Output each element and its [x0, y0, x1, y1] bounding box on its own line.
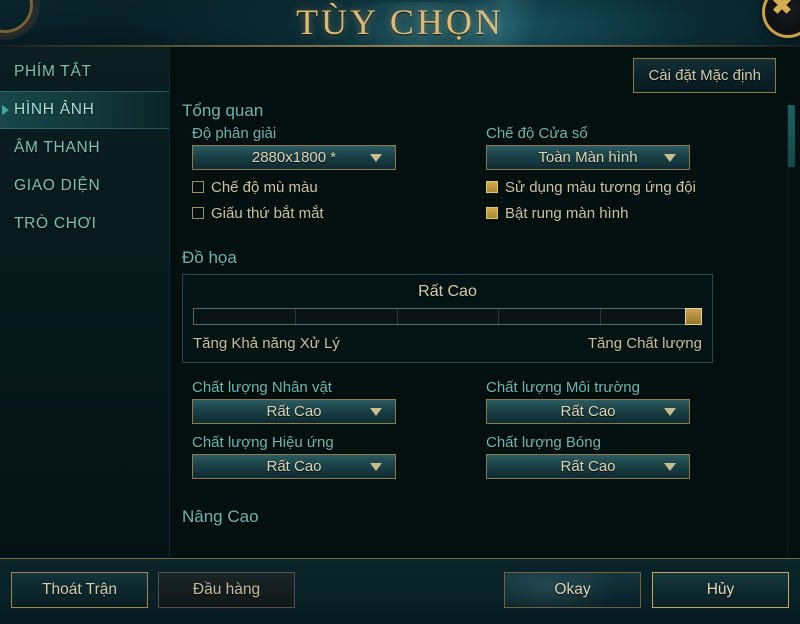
shadow-quality-label: Chất lượng Bóng	[486, 434, 601, 451]
environment-quality-label: Chất lượng Môi trường	[486, 379, 640, 396]
shadow-quality-value: Rất Cao	[560, 458, 616, 475]
overview-row: Độ phân giải 2880x1800 * Chế độ mù màu G…	[170, 123, 800, 226]
chevron-down-icon	[370, 153, 382, 162]
resolution-value: 2880x1800 *	[251, 149, 337, 166]
sidebar-item-label: PHÍM TẮT	[14, 63, 92, 80]
settings-scrollbar[interactable]	[787, 103, 795, 553]
checkbox-label: Sử dụng màu tương ứng đội	[505, 178, 696, 196]
overview-left-column: Độ phân giải 2880x1800 * Chế độ mù màu G…	[170, 123, 470, 226]
resolution-dropdown[interactable]: 2880x1800 *	[192, 145, 396, 170]
shadow-quality-dropdown[interactable]: Rất Cao	[486, 454, 690, 479]
page-title: TÙY CHỌN	[296, 2, 504, 42]
section-title-advanced: Nâng Cao	[182, 507, 259, 526]
chevron-down-icon	[664, 153, 676, 162]
checkbox-icon	[192, 207, 204, 219]
resolution-label: Độ phân giải	[192, 125, 277, 142]
slider-handle[interactable]	[685, 308, 702, 325]
settings-panel: Cài đặt Mặc định Tổng quan Độ phân giải …	[170, 47, 800, 558]
checkbox-colorblind-mode[interactable]: Chế độ mù màu	[192, 174, 470, 200]
settings-scroll-pane: Tổng quan Độ phân giải 2880x1800 * Chế đ…	[170, 101, 800, 558]
cancel-button[interactable]: Hủy	[652, 572, 789, 608]
character-quality-label: Chất lượng Nhân vật	[192, 379, 332, 396]
sidebar-item-label: TRÒ CHƠI	[14, 215, 97, 232]
chevron-down-icon	[370, 407, 382, 416]
sidebar-item-video[interactable]: HÌNH ẢNH	[0, 91, 169, 129]
environment-quality-value: Rất Cao	[560, 403, 616, 420]
slider-right-label: Tăng Chất lượng	[587, 335, 702, 352]
sidebar-item-label: HÌNH ẢNH	[14, 101, 95, 118]
sidebar-item-hotkeys[interactable]: PHÍM TẮT	[0, 53, 169, 91]
window-body: PHÍM TẮT HÌNH ẢNH ÂM THANH GIAO DIỆN TRÒ…	[0, 47, 800, 558]
window-mode-label: Chế độ Cửa sổ	[486, 125, 588, 142]
checkbox-label: Chế độ mù màu	[211, 178, 318, 196]
sidebar-item-interface[interactable]: GIAO DIỆN	[0, 167, 169, 205]
window-titlebar: TÙY CHỌN	[0, 0, 800, 46]
quality-character-group: Chất lượng Nhân vật Rất Cao	[170, 377, 470, 428]
sidebar-item-label: GIAO DIỆN	[14, 177, 101, 194]
slider-tick	[295, 309, 297, 324]
checkbox-screen-shake[interactable]: Bật rung màn hình	[486, 200, 770, 226]
window-mode-value: Toàn Màn hình	[538, 149, 638, 166]
graphics-slider-value: Rất Cao	[418, 283, 477, 300]
default-settings-button[interactable]: Cài đặt Mặc định	[633, 58, 776, 93]
quality-effects-group: Chất lượng Hiệu ứng Rất Cao	[170, 432, 470, 483]
slider-tick	[498, 309, 500, 324]
character-quality-dropdown[interactable]: Rất Cao	[192, 399, 396, 424]
graphics-quality-slider[interactable]	[193, 308, 702, 325]
exit-match-button[interactable]: Thoát Trận	[11, 572, 148, 608]
checkbox-icon	[486, 207, 498, 219]
graphics-quality-slider-box: Rất Cao Tăng Khả năng Xử Lý Tăng Chất lư…	[182, 274, 713, 363]
options-window: TÙY CHỌN ✖ PHÍM TẮT HÌNH ẢNH ÂM THANH GI…	[0, 0, 800, 624]
quality-environment-group: Chất lượng Môi trường Rất Cao	[470, 377, 770, 428]
sidebar-item-audio[interactable]: ÂM THANH	[0, 129, 169, 167]
checkbox-team-colors[interactable]: Sử dụng màu tương ứng đội	[486, 174, 770, 200]
footer-bar: Thoát Trận Đầu hàng Okay Hủy	[0, 558, 800, 624]
selection-arrow-icon	[2, 105, 9, 115]
slider-end-labels: Tăng Khả năng Xử Lý Tăng Chất lượng	[193, 335, 702, 352]
character-quality-value: Rất Cao	[266, 403, 322, 420]
sidebar-nav: PHÍM TẮT HÌNH ẢNH ÂM THANH GIAO DIỆN TRÒ…	[0, 47, 170, 558]
checkbox-hide-eyecandy[interactable]: Giấu thứ bắt mắt	[192, 200, 470, 226]
effects-quality-dropdown[interactable]: Rất Cao	[192, 454, 396, 479]
checkbox-icon	[486, 181, 498, 193]
overview-right-column: Chế độ Cửa sổ Toàn Màn hình Sử dụng màu …	[470, 123, 770, 226]
effects-quality-value: Rất Cao	[266, 458, 322, 475]
sidebar-item-label: ÂM THANH	[14, 139, 101, 156]
section-title-overview: Tổng quan	[182, 101, 264, 120]
close-button[interactable]: ✖	[762, 0, 800, 38]
chevron-down-icon	[664, 462, 676, 471]
scrollbar-thumb[interactable]	[788, 105, 795, 167]
sidebar-item-game[interactable]: TRÒ CHƠI	[0, 205, 169, 243]
checkbox-label: Bật rung màn hình	[505, 204, 629, 222]
checkbox-icon	[192, 181, 204, 193]
chevron-down-icon	[664, 407, 676, 416]
close-icon: ✖	[771, 0, 793, 20]
okay-button[interactable]: Okay	[504, 572, 641, 608]
effects-quality-label: Chất lượng Hiệu ứng	[192, 434, 334, 451]
window-mode-dropdown[interactable]: Toàn Màn hình	[486, 145, 690, 170]
quality-row-1: Chất lượng Nhân vật Rất Cao Chất lượng M…	[170, 377, 800, 428]
checkbox-label: Giấu thứ bắt mắt	[211, 204, 324, 222]
surrender-button[interactable]: Đầu hàng	[158, 572, 295, 608]
chevron-down-icon	[370, 462, 382, 471]
slider-tick	[396, 309, 398, 324]
slider-tick	[599, 309, 601, 324]
quality-shadow-group: Chất lượng Bóng Rất Cao	[470, 432, 770, 483]
slider-left-label: Tăng Khả năng Xử Lý	[193, 335, 340, 352]
quality-row-2: Chất lượng Hiệu ứng Rất Cao Chất lượng B…	[170, 432, 800, 483]
environment-quality-dropdown[interactable]: Rất Cao	[486, 399, 690, 424]
section-title-graphics: Đồ họa	[182, 248, 237, 267]
